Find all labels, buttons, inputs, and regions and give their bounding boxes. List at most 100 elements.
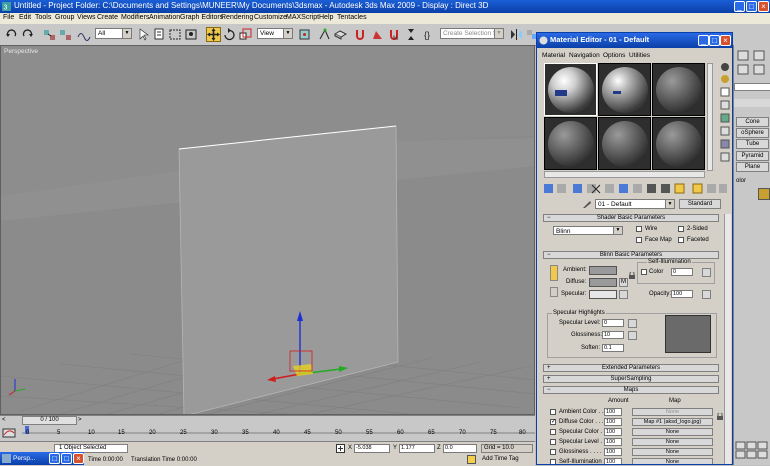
- rectangular-selection-button[interactable]: [168, 27, 183, 42]
- supersampling-rollout[interactable]: + SuperSampling: [543, 375, 719, 383]
- select-and-link-button[interactable]: [42, 27, 57, 42]
- menu-file[interactable]: File: [3, 14, 14, 21]
- unlink-button[interactable]: [58, 27, 73, 42]
- faceted-checkbox[interactable]: [678, 237, 684, 243]
- menu-animation[interactable]: Animation: [149, 14, 180, 21]
- face-map-checkbox[interactable]: [636, 237, 642, 243]
- specular-level-map-button[interactable]: [628, 319, 637, 328]
- y-coordinate-field[interactable]: 1.177: [399, 444, 435, 453]
- edit-named-selection-button[interactable]: {}: [423, 27, 438, 42]
- minimized-viewport-window[interactable]: Persp... □ □ ×: [0, 452, 84, 465]
- time-slider-thumb[interactable]: 0 / 100: [22, 416, 77, 425]
- me-menu-navigation[interactable]: Navigation: [569, 52, 600, 59]
- material-type-button[interactable]: Standard: [679, 199, 721, 209]
- opacity-spinner[interactable]: 100: [671, 290, 693, 298]
- material-tools-row[interactable]: [543, 183, 728, 195]
- menu-rendering[interactable]: Rendering: [221, 14, 253, 21]
- glossiness-map-button[interactable]: [628, 331, 637, 340]
- map-enable-checkbox[interactable]: [550, 429, 556, 435]
- self-illum-value-spinner[interactable]: 0: [671, 268, 693, 276]
- soften-spinner[interactable]: 0.1: [602, 344, 624, 352]
- me-menu-material[interactable]: Material: [542, 52, 565, 59]
- map-enable-checkbox[interactable]: [550, 459, 556, 464]
- me-menu-options[interactable]: Options: [603, 52, 625, 59]
- select-by-name-button[interactable]: [152, 27, 167, 42]
- self-illum-map-button[interactable]: [702, 268, 711, 277]
- maps-rollout[interactable]: − Maps: [543, 386, 719, 394]
- material-editor-scrollbar[interactable]: [724, 214, 731, 464]
- keyboard-shortcut-toggle-button[interactable]: [333, 27, 348, 42]
- diffuse-color-swatch[interactable]: [589, 278, 617, 287]
- map-enable-checkbox[interactable]: [550, 439, 556, 445]
- menu-create[interactable]: Create: [97, 14, 118, 21]
- pyramid-button[interactable]: Pyramid: [736, 151, 769, 161]
- map-enable-checkbox[interactable]: ✓: [550, 419, 556, 425]
- material-editor-titlebar[interactable]: Material Editor - 01 - Default _ □ ×: [537, 33, 732, 48]
- sample-slot[interactable]: [544, 117, 597, 170]
- select-object-button[interactable]: [136, 27, 151, 42]
- opacity-map-button[interactable]: [702, 290, 711, 299]
- geosphere-button[interactable]: oSphere: [736, 128, 769, 138]
- sample-slot[interactable]: [652, 63, 705, 116]
- add-time-tag-button[interactable]: Add Time Tag: [466, 455, 535, 465]
- diffuse-map-button[interactable]: M: [619, 278, 628, 287]
- select-and-scale-button[interactable]: [238, 27, 253, 42]
- shader-type-dropdown[interactable]: Blinn ▼: [553, 226, 623, 235]
- menu-maxscript[interactable]: MAXScript: [286, 14, 319, 21]
- pivot-center-button[interactable]: [297, 27, 312, 42]
- slots-vertical-scrollbar[interactable]: [707, 63, 713, 171]
- sample-slot[interactable]: [544, 63, 597, 116]
- angle-snap-button[interactable]: [370, 27, 385, 42]
- maximize-button[interactable]: □: [746, 1, 757, 12]
- plane-button[interactable]: Plane: [736, 162, 769, 172]
- bind-space-warp-button[interactable]: [76, 27, 91, 42]
- object-color-swatch[interactable]: [758, 188, 770, 200]
- wire-checkbox[interactable]: [636, 226, 642, 232]
- ambient-color-swatch[interactable]: [589, 266, 617, 275]
- pick-material-icon[interactable]: [581, 199, 593, 209]
- tube-button[interactable]: Tube: [736, 139, 769, 149]
- map-amount-spinner[interactable]: 100: [604, 408, 622, 416]
- snaps-toggle-button[interactable]: [353, 27, 368, 42]
- open-mini-curve-editor-button[interactable]: [2, 427, 16, 438]
- shader-rollout-header[interactable]: − Shader Basic Parameters: [543, 214, 719, 222]
- track-bar[interactable]: 0 5 10 15 20 25 30 35 40 45 50 55 60 65 …: [0, 425, 535, 441]
- menu-tentacles[interactable]: Tentacles: [337, 14, 367, 21]
- select-and-manipulate-button[interactable]: [317, 27, 332, 42]
- named-selection-sets-dropdown[interactable]: Create Selection Set ▼: [440, 28, 504, 39]
- select-and-rotate-button[interactable]: [222, 27, 237, 42]
- perspective-viewport[interactable]: Perspective: [0, 45, 535, 415]
- maximize-small-button[interactable]: □: [61, 453, 72, 464]
- menu-modifiers[interactable]: Modifiers: [121, 14, 149, 21]
- time-slider-next-arrow[interactable]: >: [78, 417, 82, 423]
- minimize-button[interactable]: _: [734, 1, 745, 12]
- material-name-field[interactable]: 01 - Default ▼: [595, 199, 675, 209]
- percent-snap-button[interactable]: %: [387, 27, 402, 42]
- command-panel-tabs[interactable]: [734, 47, 770, 77]
- menu-customize[interactable]: Customize: [254, 14, 287, 21]
- map-slot-button[interactable]: None: [632, 438, 713, 446]
- cone-button[interactable]: Cone: [736, 117, 769, 127]
- menu-group[interactable]: Group: [55, 14, 74, 21]
- reference-coordinate-dropdown[interactable]: View ▼: [257, 28, 293, 39]
- absolute-mode-toggle[interactable]: [336, 444, 345, 453]
- extended-parameters-rollout[interactable]: + Extended Parameters: [543, 364, 719, 372]
- material-side-toolbar[interactable]: [718, 61, 732, 176]
- map-amount-spinner[interactable]: 100: [604, 428, 622, 436]
- maps-lock-icon[interactable]: [716, 413, 724, 421]
- me-close-button[interactable]: ×: [720, 35, 731, 46]
- map-enable-checkbox[interactable]: [550, 409, 556, 415]
- selection-filter-dropdown[interactable]: All ▼: [95, 28, 132, 39]
- lock-diffuse-specular-button[interactable]: [550, 287, 558, 297]
- x-coordinate-field[interactable]: -5.038: [354, 444, 390, 453]
- viewport-navigation-controls[interactable]: [734, 440, 770, 460]
- undo-button[interactable]: [4, 27, 19, 42]
- glossiness-spinner[interactable]: 10: [602, 331, 624, 339]
- time-slider-prev-arrow[interactable]: <: [2, 417, 6, 423]
- object-type-dropdown[interactable]: [734, 83, 770, 91]
- close-small-button[interactable]: ×: [73, 453, 84, 464]
- me-maximize-button[interactable]: □: [709, 35, 720, 46]
- specular-map-button[interactable]: [619, 290, 628, 299]
- blinn-rollout-header[interactable]: − Blinn Basic Parameters: [543, 251, 719, 259]
- redo-button[interactable]: [20, 27, 35, 42]
